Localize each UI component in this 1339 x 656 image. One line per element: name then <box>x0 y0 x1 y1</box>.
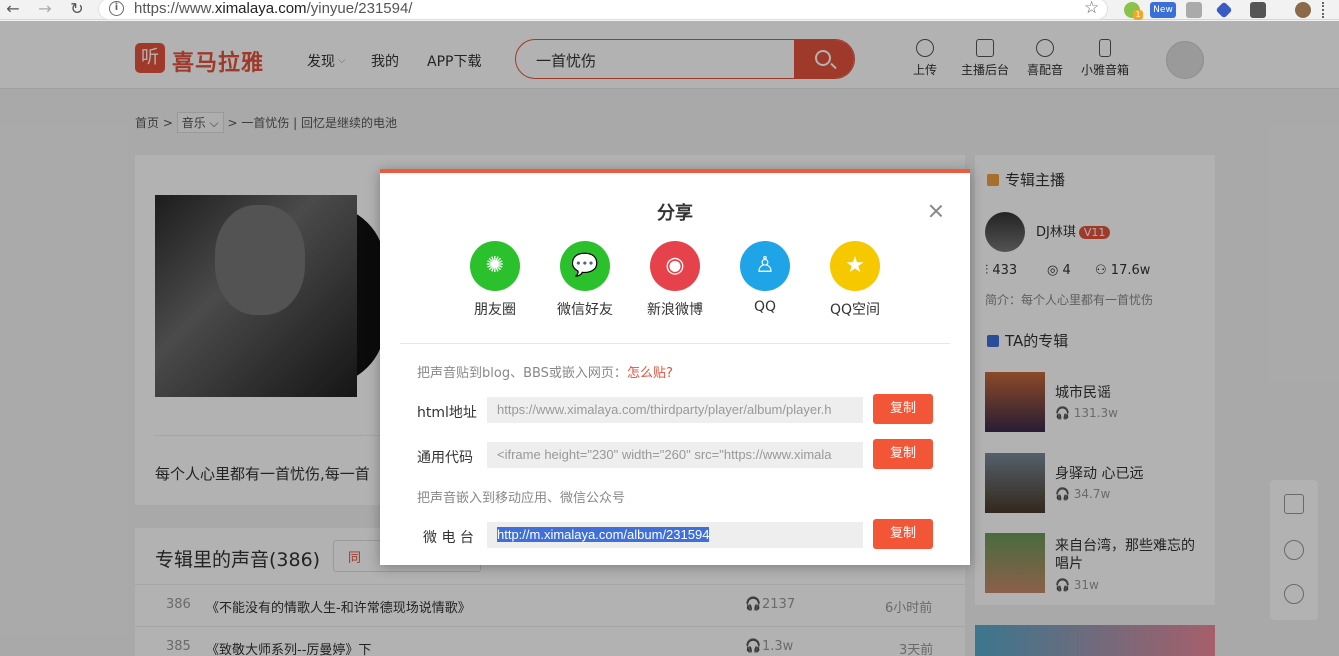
copy-weitai-button[interactable]: 复制 <box>873 519 933 549</box>
extension-badge: 1 <box>1133 10 1143 20</box>
copy-code-button[interactable]: 复制 <box>873 439 933 469</box>
mobile-hint: 把声音嵌入到移动应用、微信公众号 <box>417 491 626 506</box>
how-to-link[interactable]: 怎么贴? <box>627 366 673 381</box>
forward-button[interactable]: → <box>34 0 56 20</box>
html-label: html地址 <box>417 405 477 421</box>
code-label: 通用代码 <box>417 450 473 466</box>
dialog-title: 分享 <box>657 203 693 224</box>
embed-hint: 把声音贴到blog、BBS或嵌入网页：怎么贴? <box>417 366 673 381</box>
divider <box>400 343 950 344</box>
address-bar[interactable]: i https://www.ximalaya.com/yinyue/231594… <box>98 0 1108 20</box>
extension-icon[interactable] <box>1250 2 1266 18</box>
weibo-icon: ◉ <box>650 241 700 291</box>
share-wechat[interactable]: 💬 微信好友 <box>540 241 630 319</box>
weitai-label: 微 电 台 <box>423 530 474 546</box>
extension-icon[interactable] <box>1215 1 1233 19</box>
wechat-icon: 💬 <box>560 241 610 291</box>
qq-icon: ♙ <box>740 241 790 291</box>
bookmark-star-icon[interactable]: ☆ <box>1084 0 1099 18</box>
url-text: https://www.ximalaya.com/yinyue/231594/ <box>134 0 413 17</box>
close-icon[interactable] <box>928 203 944 219</box>
qzone-icon: ★ <box>830 241 880 291</box>
copy-html-button[interactable]: 复制 <box>873 394 933 424</box>
share-qzone[interactable]: ★ QQ空间 <box>810 241 900 319</box>
moments-icon: ✺ <box>470 241 520 291</box>
share-qq[interactable]: ♙ QQ <box>720 241 810 315</box>
share-dialog: 分享 ✺ 朋友圈 💬 微信好友 ◉ 新浪微博 ♙ QQ ★ QQ空间 把声音贴到… <box>380 169 970 565</box>
html-url-field[interactable]: https://www.ximalaya.com/thirdparty/play… <box>487 397 863 423</box>
embed-code-field[interactable]: <iframe height="230" width="260" src="ht… <box>487 442 863 468</box>
browser-toolbar: ← → ↻ i https://www.ximalaya.com/yinyue/… <box>0 0 1339 20</box>
extension-icon[interactable] <box>1186 2 1202 18</box>
info-icon[interactable]: i <box>109 1 124 16</box>
menu-icon[interactable] <box>1322 2 1326 18</box>
weitai-url-field[interactable]: http://m.ximalaya.com/album/231594 <box>487 522 863 548</box>
new-extension-icon[interactable]: New <box>1150 2 1176 18</box>
back-button[interactable]: ← <box>2 0 24 20</box>
profile-avatar[interactable] <box>1295 2 1311 18</box>
share-moments[interactable]: ✺ 朋友圈 <box>450 241 540 319</box>
reload-button[interactable]: ↻ <box>66 0 88 20</box>
share-weibo[interactable]: ◉ 新浪微博 <box>630 241 720 319</box>
